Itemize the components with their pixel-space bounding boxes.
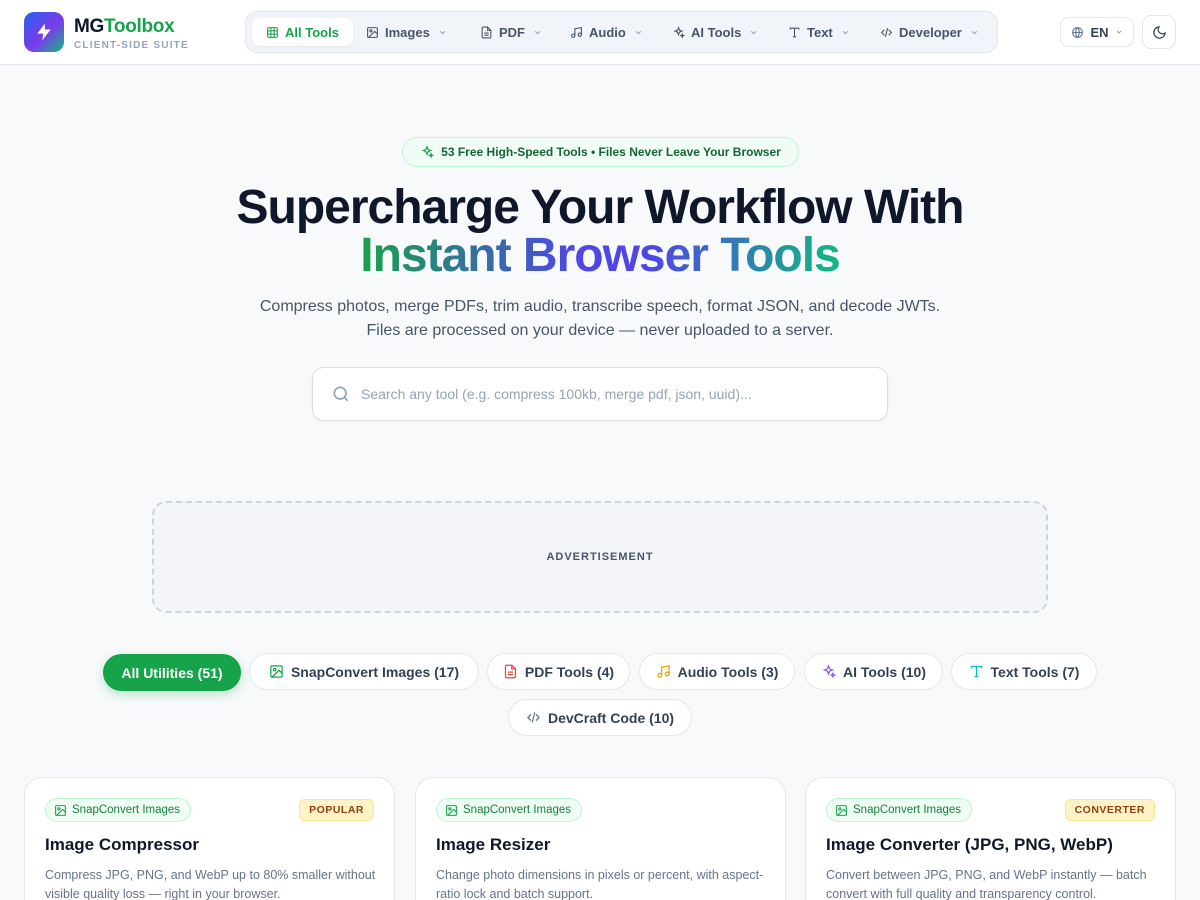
tool-card-image-converter[interactable]: SnapConvert Images CONVERTER Image Conve… [805, 777, 1176, 900]
hero-badge: 53 Free High-Speed Tools • Files Never L… [402, 137, 799, 167]
category-tag-label: SnapConvert Images [853, 804, 962, 816]
logo[interactable] [24, 12, 64, 52]
filter-label: All Utilities (51) [121, 664, 223, 681]
image-icon [270, 665, 283, 678]
card-description: Change photo dimensions in pixels or per… [436, 868, 764, 900]
filter-label: PDF Tools (4) [524, 663, 615, 680]
card-badge: POPULAR [299, 799, 374, 821]
chevron-down-icon [971, 30, 978, 34]
sparkles-icon [421, 145, 435, 159]
search-icon [333, 386, 349, 402]
chevron-down-icon [534, 30, 541, 34]
tool-search [312, 367, 888, 421]
nav-label: Text [807, 24, 833, 40]
nav-label: PDF [499, 24, 525, 40]
chevron-down-icon [751, 30, 757, 34]
language-label: EN [1090, 24, 1109, 40]
filter-ai-tools[interactable]: AI Tools (10) [804, 653, 943, 690]
nav-all-tools[interactable]: All Tools [252, 18, 353, 46]
category-tag: SnapConvert Images [436, 798, 583, 822]
grid-icon [267, 26, 278, 38]
main-nav: All Tools Images PDF Audio AI Tools Text [245, 11, 998, 53]
language-selector[interactable]: EN [1060, 17, 1134, 47]
lightning-icon [37, 23, 51, 41]
category-tag-label: SnapConvert Images [463, 804, 572, 816]
filter-label: Text Tools (7) [990, 663, 1080, 680]
theme-toggle-button[interactable] [1142, 15, 1176, 49]
code-icon [880, 27, 893, 37]
hero-title-line2: Instant Browser Tools [0, 230, 1200, 282]
brand-name-main: MG [74, 16, 105, 37]
category-tag-label: SnapConvert Images [72, 804, 181, 816]
nav-label: Audio [589, 24, 626, 40]
hero-badge-text: 53 Free High-Speed Tools • Files Never L… [441, 145, 781, 159]
filter-audio-tools[interactable]: Audio Tools (3) [639, 653, 795, 690]
card-description: Convert between JPG, PNG, and WebP insta… [826, 868, 1147, 900]
card-title: Image Converter (JPG, PNG, WebP) [826, 835, 1113, 854]
tool-card-image-resizer[interactable]: SnapConvert Images Image Resizer Change … [415, 777, 786, 900]
brand-name-accent: Toolbox [104, 16, 175, 37]
card-description: Compress JPG, PNG, and WebP up to 80% sm… [45, 868, 376, 900]
nav-developer[interactable]: Developer [866, 18, 993, 46]
card-badge: CONVERTER [1064, 799, 1155, 821]
globe-icon [1072, 26, 1084, 38]
nav-text[interactable]: Text [774, 18, 864, 46]
sparkles-icon [673, 25, 685, 39]
filter-all-utilities[interactable]: All Utilities (51) [103, 654, 241, 691]
music-icon [571, 26, 582, 38]
nav-audio[interactable]: Audio [556, 18, 657, 46]
brand-subtitle: CLIENT-SIDE SUITE [74, 40, 189, 51]
advertisement-slot: ADVERTISEMENT [152, 501, 1048, 613]
filter-label: AI Tools (10) [843, 663, 926, 680]
filter-snapconvert-images[interactable]: SnapConvert Images (17) [249, 653, 479, 690]
brand-name[interactable]: MGToolbox [74, 16, 175, 38]
filter-label: SnapConvert Images (17) [290, 663, 460, 680]
card-title: Image Compressor [45, 835, 199, 854]
filter-devcraft-code[interactable]: DevCraft Code (10) [508, 699, 692, 736]
nav-label: Images [385, 24, 430, 40]
chevron-down-icon [842, 30, 848, 34]
nav-label: AI Tools [691, 24, 742, 40]
nav-label: Developer [899, 24, 962, 40]
image-icon [446, 804, 457, 816]
hero-title-gradient: Instant Browser Tools [360, 229, 841, 282]
nav-ai-tools[interactable]: AI Tools [658, 18, 772, 46]
filter-pdf-tools[interactable]: PDF Tools (4) [487, 653, 630, 690]
moon-icon [1152, 25, 1166, 39]
tool-card-image-compressor[interactable]: SnapConvert Images POPULAR Image Compres… [24, 777, 395, 900]
code-icon [526, 712, 540, 723]
image-icon [55, 804, 66, 816]
file-icon [504, 664, 517, 679]
hero-title-line1: Supercharge Your Workflow With [236, 181, 965, 234]
site-header: MGToolbox CLIENT-SIDE SUITE All Tools Im… [0, 0, 1200, 65]
type-icon [970, 665, 982, 678]
nav-images[interactable]: Images [352, 18, 461, 46]
image-icon [367, 26, 378, 38]
file-icon [481, 26, 492, 38]
filter-label: Audio Tools (3) [677, 663, 779, 680]
music-icon [656, 665, 670, 678]
nav-pdf[interactable]: PDF [466, 18, 556, 46]
chevron-down-icon [439, 30, 445, 34]
type-icon [789, 27, 800, 37]
category-tag: SnapConvert Images [826, 798, 973, 822]
category-tag: SnapConvert Images [45, 798, 192, 822]
nav-label: All Tools [285, 24, 339, 40]
card-title: Image Resizer [436, 835, 551, 854]
image-icon [836, 804, 847, 816]
filter-text-tools[interactable]: Text Tools (7) [951, 653, 1097, 690]
search-input[interactable] [361, 368, 871, 420]
chevron-down-icon [635, 30, 641, 34]
sparkles-icon [822, 664, 837, 679]
hero-description: Compress photos, merge PDFs, trim audio,… [259, 298, 941, 339]
chevron-down-icon [1116, 30, 1121, 34]
filter-label: DevCraft Code (10) [547, 709, 675, 726]
